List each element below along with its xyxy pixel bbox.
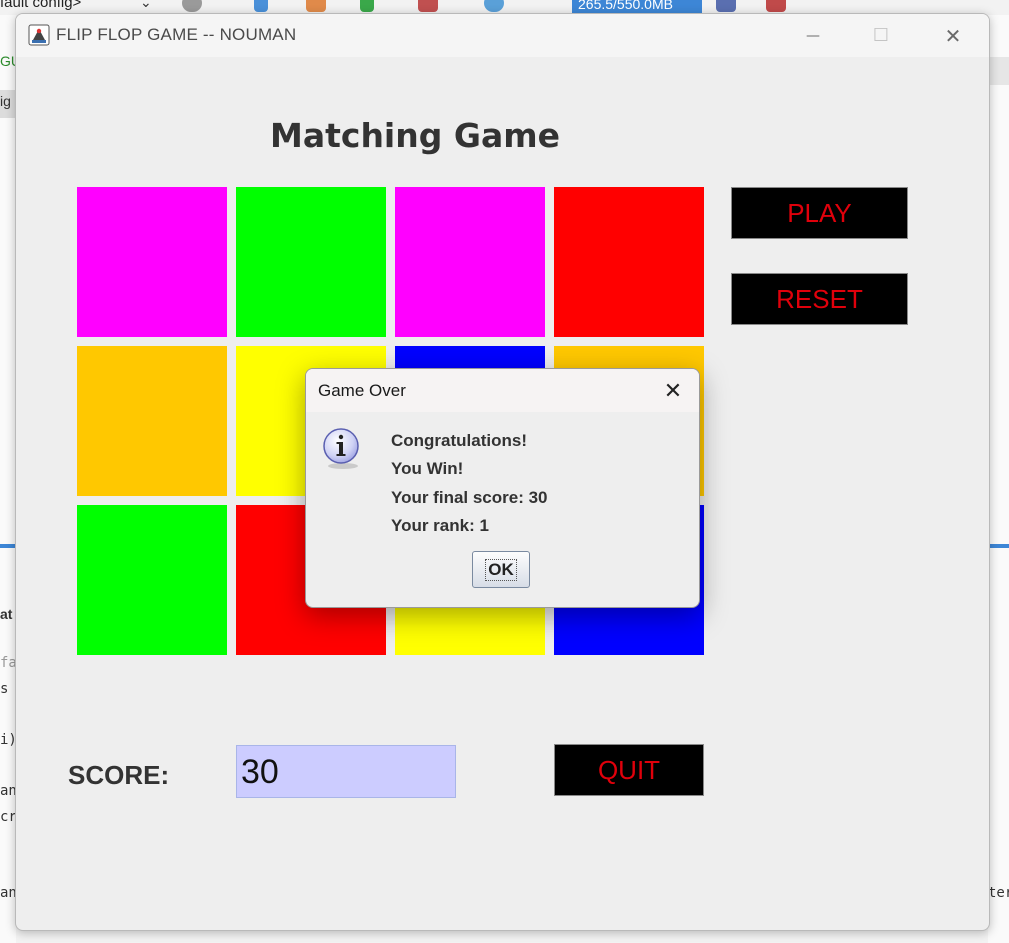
score-label: SCORE: — [68, 760, 170, 790]
game-tile[interactable] — [554, 187, 704, 337]
quit-button[interactable]: QUIT — [554, 744, 704, 796]
toolbar-profile-icon[interactable] — [484, 0, 504, 12]
ide-fragment: s — [0, 681, 9, 697]
maximize-button[interactable]: ☐ — [852, 14, 910, 57]
memory-indicator[interactable]: 265.5/550.0MB — [572, 0, 702, 13]
toolbar-hammer-icon[interactable] — [254, 0, 268, 12]
ok-button-label: OK — [485, 558, 517, 581]
reset-button[interactable]: RESET — [731, 273, 908, 325]
game-tile[interactable] — [77, 346, 227, 496]
ide-divider — [988, 544, 1009, 548]
game-tile[interactable] — [77, 187, 227, 337]
game-tile[interactable] — [236, 187, 386, 337]
minimize-icon: — — [806, 27, 820, 44]
ide-right-panel — [988, 15, 1009, 943]
run-config-label: fault config> — [0, 0, 82, 11]
ide-fragment: at — [0, 606, 13, 622]
minimize-button[interactable]: — — [784, 14, 842, 57]
window-titlebar[interactable]: FLIP FLOP GAME -- NOUMAN — ☐ ✕ — [16, 14, 989, 57]
game-tile[interactable] — [77, 505, 227, 655]
play-button[interactable]: PLAY — [731, 187, 908, 239]
run-config-select[interactable]: fault config> ⌄ — [0, 0, 160, 14]
ide-divider — [0, 544, 16, 548]
dialog-message-line: Congratulations! — [391, 431, 527, 450]
toolbar-gc-icon[interactable] — [716, 0, 736, 12]
chevron-down-icon: ⌄ — [140, 0, 152, 10]
java-app-icon — [28, 24, 50, 46]
toolbar-globe-icon[interactable] — [182, 0, 202, 12]
toolbar-run-icon[interactable] — [360, 0, 374, 12]
close-icon: ✕ — [663, 378, 683, 404]
dialog-message-line: Your final score: 30 — [391, 488, 548, 507]
score-field[interactable]: 30 — [236, 745, 456, 798]
close-icon: ✕ — [944, 23, 962, 48]
toolbar-profiler-icon[interactable] — [766, 0, 786, 12]
toolbar-debug-icon[interactable] — [418, 0, 438, 12]
dialog-message-line: Your rank: 1 — [391, 516, 489, 535]
ide-right-header — [988, 57, 1009, 85]
ok-button[interactable]: OK — [472, 551, 530, 588]
ide-fragment: ter — [988, 885, 1009, 901]
dialog-close-button[interactable]: ✕ — [651, 375, 695, 407]
ide-fragment: ig — [0, 93, 11, 109]
maximize-icon: ☐ — [872, 25, 890, 46]
window-title: FLIP FLOP GAME -- NOUMAN — [56, 25, 297, 44]
dialog-title: Game Over — [318, 381, 406, 400]
game-title: Matching Game — [270, 116, 560, 155]
toolbar-clean-build-icon[interactable] — [306, 0, 326, 12]
info-icon — [323, 428, 359, 469]
ide-left-panel — [0, 15, 16, 943]
game-over-dialog: Game Over ✕ Congratulations! You Win! Yo… — [305, 368, 700, 608]
dialog-message-line: You Win! — [391, 459, 464, 478]
dialog-titlebar[interactable]: Game Over ✕ — [306, 369, 699, 412]
game-tile[interactable] — [395, 187, 545, 337]
close-button[interactable]: ✕ — [924, 14, 982, 57]
